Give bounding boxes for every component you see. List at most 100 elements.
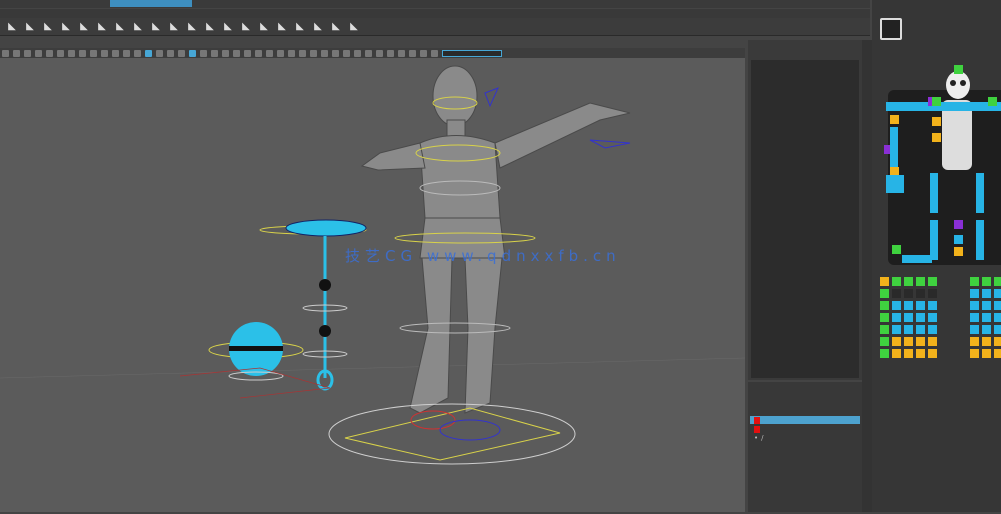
viewport-tool-button[interactable] <box>431 49 438 57</box>
viewport-tool-button[interactable] <box>90 49 97 57</box>
viewport-tool-button[interactable] <box>68 49 75 57</box>
outliner-list[interactable] <box>751 60 859 378</box>
picker-control[interactable] <box>932 97 941 106</box>
panel-tab-strip[interactable] <box>862 40 872 512</box>
shelf-item-icon[interactable]: ◣ <box>348 21 360 33</box>
picker-control[interactable] <box>982 337 991 346</box>
picker-control[interactable] <box>930 220 938 260</box>
picker-control[interactable] <box>916 277 925 286</box>
viewport-tool-button[interactable] <box>343 49 350 57</box>
picker-control[interactable] <box>892 245 901 254</box>
viewport-tool-button[interactable] <box>13 49 20 57</box>
picker-control[interactable] <box>904 349 913 358</box>
bind-skin-icon[interactable]: ◣ <box>42 21 54 33</box>
viewport-tool-button[interactable] <box>332 49 339 57</box>
viewport-tool-button[interactable] <box>35 49 42 57</box>
viewport-tool-button[interactable] <box>387 49 394 57</box>
parent-icon[interactable]: ◣ <box>204 21 216 33</box>
picker-control[interactable] <box>954 220 963 229</box>
picker-control[interactable] <box>994 289 1001 298</box>
picker-control[interactable] <box>954 65 963 74</box>
picker-control[interactable] <box>994 325 1001 334</box>
picker-control[interactable] <box>954 235 963 244</box>
viewport-tool-button[interactable] <box>156 49 163 57</box>
picker-control[interactable] <box>904 301 913 310</box>
viewport-tool-button[interactable] <box>79 49 86 57</box>
picker-control[interactable] <box>892 349 901 358</box>
picker-control[interactable] <box>892 325 901 334</box>
viewport-tool-button[interactable] <box>2 49 9 57</box>
constraint-icon[interactable]: ◣ <box>150 21 162 33</box>
paint-weights-icon[interactable]: ◣ <box>60 21 72 33</box>
viewport-tool-button[interactable] <box>200 49 207 57</box>
picker-control[interactable] <box>970 289 979 298</box>
layer-row[interactable]: • / <box>750 434 860 442</box>
picker-control[interactable] <box>916 349 925 358</box>
tangent-icon[interactable]: ◣ <box>312 21 324 33</box>
picker-control[interactable] <box>892 301 901 310</box>
picker-control[interactable] <box>904 289 913 298</box>
picker-control[interactable] <box>904 313 913 322</box>
visibility-icon[interactable]: • <box>754 434 758 442</box>
picker-control[interactable] <box>880 289 889 298</box>
picker-control[interactable] <box>880 325 889 334</box>
picker-control[interactable] <box>904 337 913 346</box>
picker-control[interactable] <box>982 289 991 298</box>
picker-control[interactable] <box>994 277 1001 286</box>
viewport-tool-button[interactable] <box>134 49 141 57</box>
viewport-tool-button[interactable] <box>321 49 328 57</box>
viewport-tool-button[interactable] <box>354 49 361 57</box>
shelf-tabs[interactable] <box>0 9 870 18</box>
picker-control[interactable] <box>982 301 991 310</box>
viewport-tool-button[interactable] <box>398 49 405 57</box>
joint-icon[interactable]: ◣ <box>6 21 18 33</box>
picker-control[interactable] <box>982 349 991 358</box>
pole-icon[interactable]: ◣ <box>240 21 252 33</box>
picker-control[interactable] <box>904 325 913 334</box>
picker-control[interactable] <box>982 277 991 286</box>
character-model[interactable] <box>360 65 631 414</box>
normal-icon[interactable]: ◣ <box>294 21 306 33</box>
picker-control[interactable] <box>988 97 997 106</box>
viewport-tool-button[interactable] <box>167 49 174 57</box>
picker-control[interactable] <box>916 301 925 310</box>
cluster-icon[interactable]: ◣ <box>96 21 108 33</box>
picker-control[interactable] <box>916 325 925 334</box>
viewport-tool-button[interactable] <box>277 49 284 57</box>
picker-control[interactable] <box>994 349 1001 358</box>
skeleton-picker[interactable] <box>872 55 1001 512</box>
picker-control[interactable] <box>970 301 979 310</box>
point-icon[interactable]: ◣ <box>222 21 234 33</box>
lattice-icon[interactable]: ◣ <box>114 21 126 33</box>
picker-control[interactable] <box>892 313 901 322</box>
viewport-tool-button[interactable] <box>211 49 218 57</box>
picker-control[interactable] <box>880 301 889 310</box>
picker-control[interactable] <box>928 301 937 310</box>
script-icon[interactable]: ◣ <box>330 21 342 33</box>
picker-control[interactable] <box>970 349 979 358</box>
viewport-tool-button[interactable] <box>310 49 317 57</box>
viewport-tool-button[interactable] <box>101 49 108 57</box>
picker-control[interactable] <box>928 289 937 298</box>
viewport-tool-button[interactable] <box>233 49 240 57</box>
viewport-tool-button[interactable] <box>112 49 119 57</box>
layer-row[interactable] <box>750 425 860 433</box>
viewport-tool-button[interactable] <box>420 49 427 57</box>
ik-handle-icon[interactable]: ◣ <box>24 21 36 33</box>
picker-control[interactable] <box>982 313 991 322</box>
picker-control[interactable] <box>982 325 991 334</box>
viewport-tool-button[interactable] <box>46 49 53 57</box>
picker-control[interactable] <box>976 220 984 260</box>
viewport-tool-button[interactable] <box>222 49 229 57</box>
aim-icon[interactable]: ◣ <box>168 21 180 33</box>
picker-control[interactable] <box>892 289 901 298</box>
viewport-tool-button[interactable] <box>244 49 251 57</box>
curve-icon[interactable]: ◣ <box>78 21 90 33</box>
picker-control[interactable] <box>916 313 925 322</box>
sphere-control[interactable] <box>179 322 331 399</box>
3d-viewport[interactable]: 技艺CG www.qdnxxfb.cn <box>0 58 745 512</box>
picker-control[interactable] <box>890 115 899 124</box>
scale-icon[interactable]: ◣ <box>258 21 270 33</box>
picker-control[interactable] <box>904 277 913 286</box>
picker-control[interactable] <box>928 337 937 346</box>
